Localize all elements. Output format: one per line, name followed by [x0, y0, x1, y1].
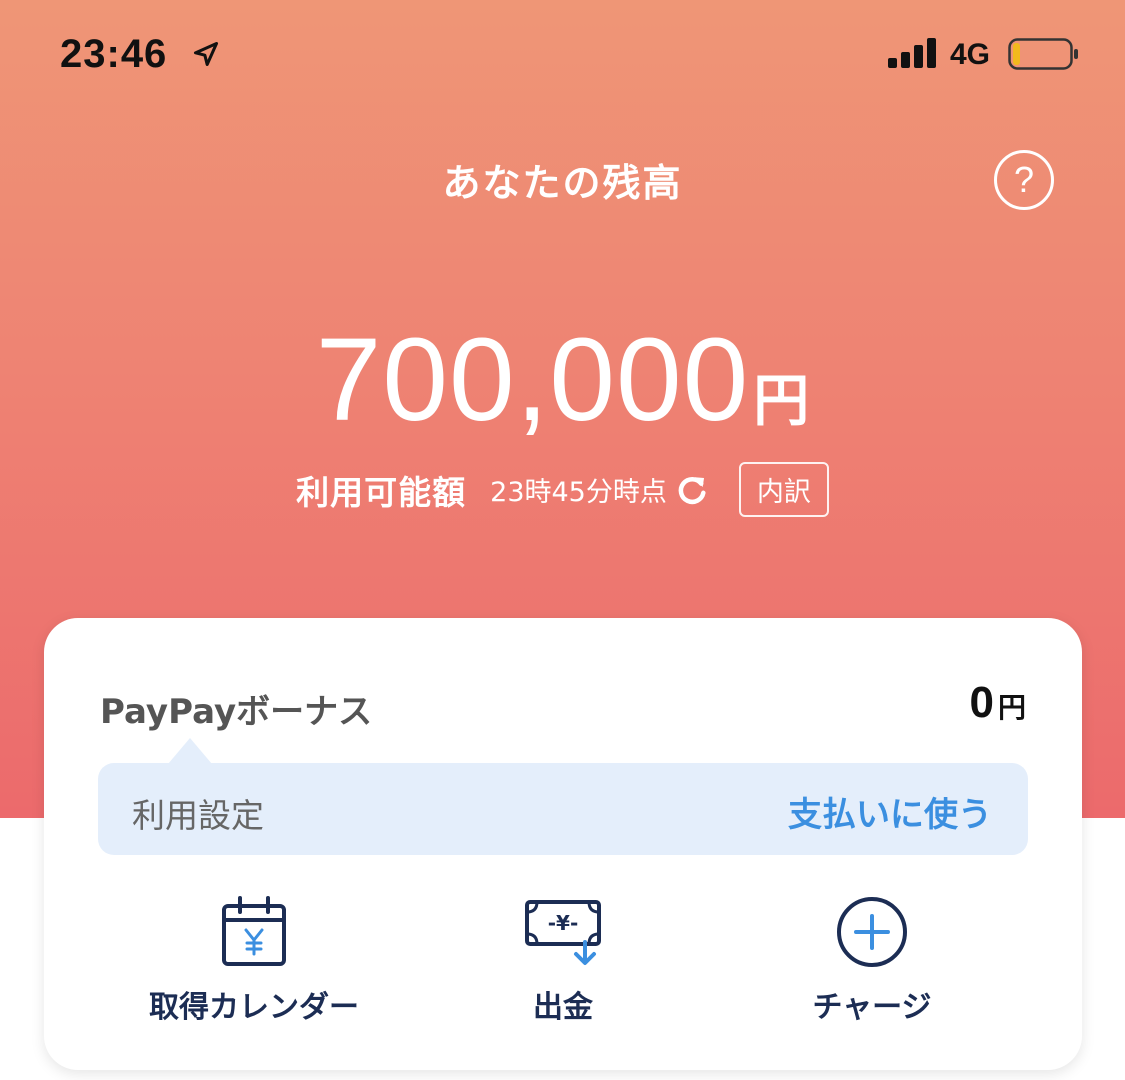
calendar-button[interactable]: 取得カレンダー: [104, 896, 404, 1026]
balance-unit: 円: [753, 369, 810, 434]
as-of-timestamp: 23時45分時点: [490, 477, 667, 508]
battery-low-icon: [1008, 38, 1078, 70]
svg-text:-¥-: -¥-: [548, 911, 579, 935]
usage-setting-label: 利用設定: [132, 796, 264, 835]
breakdown-button[interactable]: 内訳: [738, 462, 829, 517]
withdraw-button[interactable]: -¥- 出金: [413, 896, 713, 1026]
bonus-amount: 0: [969, 678, 994, 727]
help-button[interactable]: ?: [994, 150, 1054, 210]
charge-button[interactable]: チャージ: [722, 896, 1022, 1026]
page-title: あなたの残高: [442, 161, 683, 205]
bonus-label: PayPayボーナス: [100, 692, 373, 732]
usage-setting-row[interactable]: 利用設定 支払いに使う: [98, 763, 1028, 855]
bonus-unit: 円: [997, 691, 1026, 724]
status-time: 23:46: [60, 32, 168, 76]
usage-setting-value[interactable]: 支払いに使う: [788, 787, 992, 836]
refresh-icon[interactable]: [675, 473, 709, 507]
calendar-yen-icon: [222, 896, 286, 966]
withdraw-label: 出金: [533, 990, 593, 1025]
signal-strength-icon: [888, 38, 936, 68]
available-label: 利用可能額: [296, 472, 467, 512]
balance-meta: 利用可能額 23時45分時点 内訳: [0, 462, 1125, 517]
withdraw-icon: -¥-: [525, 900, 601, 965]
balance-amount: 700,000: [315, 314, 750, 446]
network-type: 4G: [950, 38, 991, 71]
calendar-label: 取得カレンダー: [149, 990, 359, 1025]
help-icon: ?: [1013, 159, 1035, 200]
location-arrow-icon: [193, 41, 219, 67]
charge-label: チャージ: [812, 990, 932, 1025]
callout-pointer: [168, 738, 212, 764]
paypay-bonus-card: PayPayボーナス 0円 利用設定 支払いに使う 取得カレンダー -¥- 出金…: [44, 618, 1082, 1070]
bonus-value: 0円: [970, 678, 1027, 728]
balance-display: 700,000円: [0, 312, 1125, 448]
plus-circle-icon: [837, 897, 907, 967]
